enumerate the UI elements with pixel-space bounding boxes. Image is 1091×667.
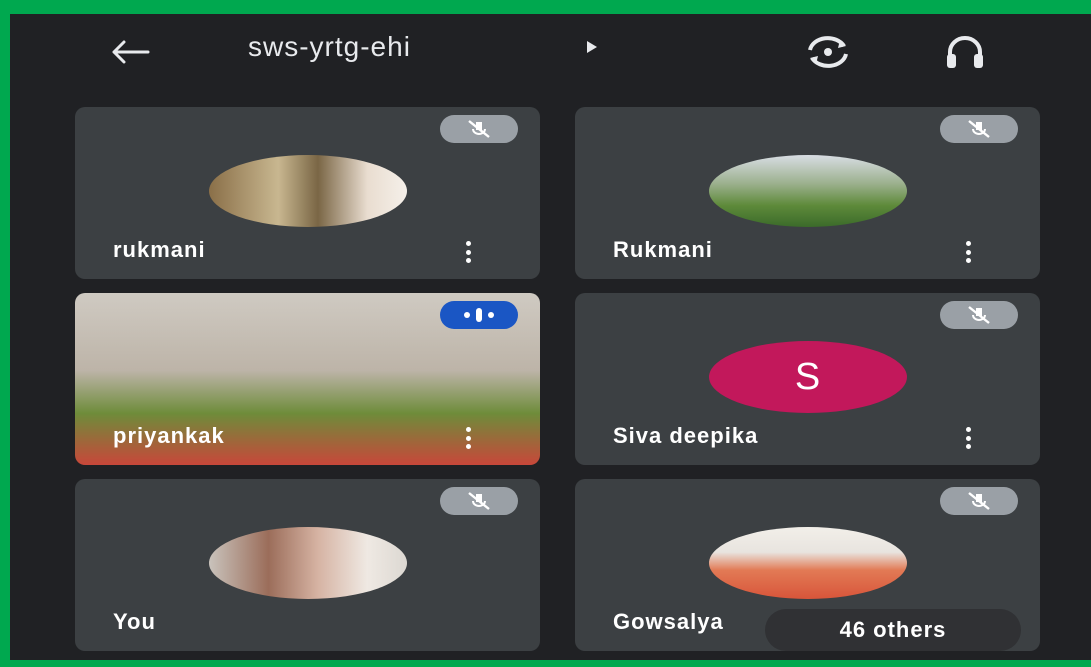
participant-name: Siva deepika (613, 423, 759, 448)
speaking-indicator-icon (440, 301, 518, 329)
mic-muted-icon (940, 487, 1018, 515)
headphones-icon (947, 36, 983, 68)
others-count-badge[interactable]: 46 others (765, 609, 1021, 651)
switch-camera-button[interactable] (800, 32, 856, 72)
top-bar: sws-yrtg-ehi (10, 14, 1091, 84)
meet-screen: sws-yrtg-ehi rukmani Rukmani priyankak S… (10, 14, 1091, 660)
mic-muted-icon (440, 487, 518, 515)
audio-output-button[interactable] (940, 32, 990, 72)
meeting-details-caret-icon[interactable] (587, 41, 597, 53)
initial-avatar: S (708, 341, 907, 413)
arrow-left-icon (112, 40, 150, 64)
more-options-icon[interactable] (964, 427, 972, 449)
participant-name: Rukmani (613, 237, 713, 262)
mic-muted-icon (440, 115, 518, 143)
more-options-icon[interactable] (464, 241, 472, 263)
participant-tile[interactable]: Rukmani (575, 107, 1040, 279)
participant-video-tile[interactable]: priyankak (75, 293, 540, 465)
participant-tile[interactable]: S Siva deepika (575, 293, 1040, 465)
more-options-icon[interactable] (464, 427, 472, 449)
mic-muted-icon (940, 301, 1018, 329)
avatar (708, 527, 907, 599)
participant-name: Gowsalya (613, 609, 724, 634)
participant-name: You (113, 609, 156, 634)
avatar (208, 155, 407, 227)
participant-name: priyankak (113, 423, 225, 448)
more-options-icon[interactable] (964, 241, 972, 263)
participant-name: rukmani (113, 237, 206, 262)
meeting-code[interactable]: sws-yrtg-ehi (248, 31, 411, 63)
mic-muted-icon (940, 115, 1018, 143)
participant-tile[interactable]: You (75, 479, 540, 651)
avatar (708, 155, 907, 227)
avatar (208, 527, 407, 599)
back-button[interactable] (105, 32, 155, 72)
participant-tile[interactable]: rukmani (75, 107, 540, 279)
switch-camera-icon (808, 36, 848, 68)
